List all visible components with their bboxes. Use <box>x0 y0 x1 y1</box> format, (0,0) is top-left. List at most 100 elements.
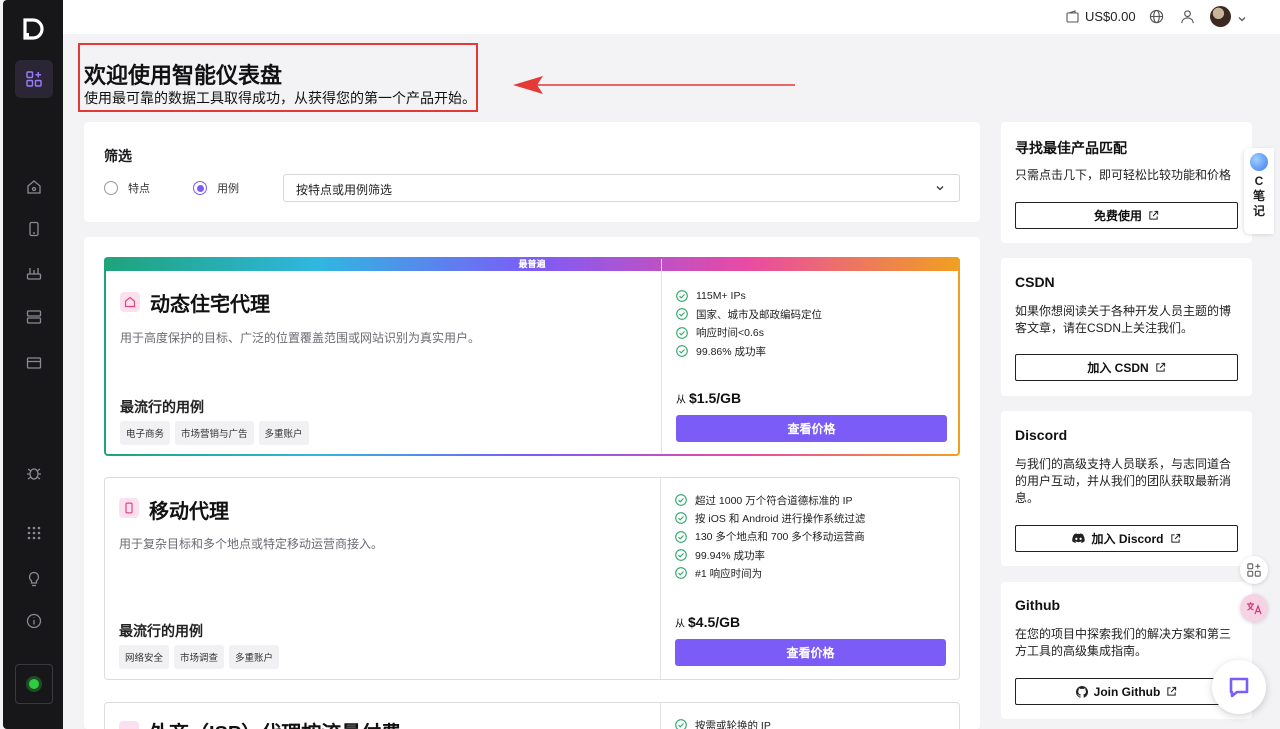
product-description: 用于高度保护的目标、广泛的位置覆盖范围或网站识别为真实用户。 <box>120 331 481 345</box>
product-price: 从 $4.5/GB <box>675 614 740 630</box>
popular-use-cases-label: 最流行的用例 <box>120 399 204 415</box>
product-title: 外商（ISP）代理按流量付费 <box>149 717 401 729</box>
radio-circle <box>104 181 118 195</box>
radio-use-case[interactable]: 用例 <box>193 180 239 196</box>
logo[interactable] <box>21 18 45 42</box>
chevron-down-icon[interactable] <box>1237 11 1247 22</box>
mobile-icon <box>119 498 139 518</box>
button-label: Join Github <box>1093 684 1161 699</box>
chat-support-button[interactable] <box>1212 660 1266 714</box>
filter-title: 筛选 <box>104 148 132 164</box>
info-icon[interactable] <box>23 610 45 632</box>
avatar[interactable] <box>1210 6 1231 27</box>
panel-text: 与我们的高级支持人员联系，与志同道合的用户互动，并从我们的团队获取最新消息。 <box>1015 457 1232 505</box>
card-divider <box>660 478 661 679</box>
panel-text: 如果你想阅读关于各种开发人员主题的博客文章，请在CSDN上关注我们。 <box>1015 304 1232 335</box>
panel-title: Github <box>1015 597 1061 613</box>
radio-circle-selected <box>193 181 207 195</box>
globe-icon[interactable] <box>1149 9 1165 25</box>
check-circle-icon <box>675 567 687 580</box>
page-title: 欢迎使用智能仪表盘 <box>84 63 283 88</box>
feature-item: 99.94% 成功率 <box>675 546 865 564</box>
apps-grid-icon[interactable] <box>23 522 45 544</box>
use-case-tag[interactable]: 多重账户 <box>229 645 280 669</box>
router-icon[interactable] <box>23 262 45 284</box>
view-pricing-button[interactable]: 查看价格 <box>675 639 946 666</box>
feature-text: 响应时间<0.6s <box>696 327 764 340</box>
feature-item: 国家、城市及邮政编码定位 <box>676 305 822 323</box>
panel-title: CSDN <box>1015 274 1055 290</box>
use-case-tags: 电子商务 市场营销与广告 多重账户 <box>120 421 309 445</box>
check-circle-icon <box>675 494 687 506</box>
feature-item: #1 响应时间为 <box>675 564 865 582</box>
external-link-icon <box>1170 533 1180 543</box>
online-dot-icon <box>29 679 39 689</box>
free-trial-button[interactable]: 免费使用 <box>1015 202 1238 229</box>
product-card-isp: 外商（ISP）代理按流量付费 按需或轮换的 IP <box>104 702 960 729</box>
lightbulb-icon[interactable] <box>23 568 45 590</box>
panel-csdn: CSDN 如果你想阅读关于各种开发人员主题的博客文章，请在CSDN上关注我们。 … <box>1001 258 1252 396</box>
feature-list: 115M+ IPs 国家、城市及邮政编码定位 响应时间<0.6s 99.86% … <box>676 287 822 360</box>
feature-text: 按 iOS 和 Android 进行操作系统过滤 <box>695 512 866 525</box>
server-icon[interactable] <box>23 306 45 328</box>
feature-text: 115M+ IPs <box>696 290 746 303</box>
use-case-tag[interactable]: 网络安全 <box>119 645 170 669</box>
use-case-tag[interactable]: 市场营销与广告 <box>175 421 254 445</box>
card-divider <box>661 259 662 454</box>
price-prefix: 从 <box>675 619 685 630</box>
panel-title: Discord <box>1015 427 1068 443</box>
billing-icon[interactable] <box>23 352 45 374</box>
join-csdn-button[interactable]: 加入 CSDN <box>1015 354 1238 381</box>
filter-select-value: 按特点或用例筛选 <box>296 183 393 197</box>
use-case-tag[interactable]: 多重账户 <box>258 421 309 445</box>
feature-text: 99.94% 成功率 <box>695 549 766 562</box>
use-case-tag[interactable]: 电子商务 <box>120 421 171 445</box>
feature-item: 按需或轮换的 IP <box>675 716 771 729</box>
feature-text: #1 响应时间为 <box>695 567 763 580</box>
price-prefix: 从 <box>676 395 686 406</box>
panel-discord: Discord 与我们的高级支持人员联系，与志同道合的用户互动，并从我们的团队获… <box>1001 411 1252 566</box>
product-price: 从 $1.5/GB <box>676 390 741 406</box>
status-indicator[interactable] <box>15 664 53 704</box>
feature-text: 130 多个地点和 700 多个移动运营商 <box>695 531 865 544</box>
check-circle-icon <box>675 530 687 543</box>
popular-use-cases-label: 最流行的用例 <box>119 623 203 639</box>
product-title: 动态住宅代理 <box>150 294 270 316</box>
balance-display[interactable]: US$0.00 <box>1066 9 1136 24</box>
translate-icon[interactable] <box>1240 594 1268 622</box>
use-case-tag[interactable]: 市场调查 <box>174 645 225 669</box>
discord-icon <box>1072 533 1086 543</box>
nav-products-icon[interactable] <box>15 60 53 98</box>
radio-features[interactable]: 特点 <box>104 180 150 196</box>
note-label: 记 <box>1252 204 1265 218</box>
page-subtitle: 使用最可靠的数据工具取得成功，从获得您的第一个产品开始。 <box>84 90 476 106</box>
button-label: 免费使用 <box>1093 209 1142 223</box>
note-widget[interactable]: C 笔 记 <box>1244 148 1274 234</box>
apps-add-icon[interactable] <box>1240 556 1268 584</box>
mobile-icon[interactable] <box>23 218 45 240</box>
bug-icon[interactable] <box>23 462 45 484</box>
panel-product-match: 寻找最佳产品匹配 只需点击几下，即可轻松比较功能和价格 免费使用 <box>1001 122 1252 243</box>
home-icon[interactable] <box>23 176 45 198</box>
user-icon[interactable] <box>1180 9 1196 25</box>
view-pricing-button[interactable]: 查看价格 <box>676 415 947 442</box>
panel-text: 只需点击几下，即可轻松比较功能和价格 <box>1015 168 1232 182</box>
join-github-button[interactable]: Join Github <box>1015 678 1238 705</box>
products-panel: 最普遍 动态住宅代理 用于高度保护的目标、广泛的位置覆盖范围或网站识别为真实用户… <box>84 237 980 729</box>
feature-item: 99.86% 成功率 <box>676 342 822 360</box>
feature-list: 按需或轮换的 IP <box>675 716 771 729</box>
wallet-icon <box>1066 10 1079 23</box>
join-discord-button[interactable]: 加入 Discord <box>1015 525 1238 552</box>
check-circle-icon <box>676 308 688 321</box>
use-case-tags: 网络安全 市场调查 多重账户 <box>119 645 280 669</box>
feature-item: 115M+ IPs <box>676 287 822 305</box>
filter-select[interactable]: 按特点或用例筛选 <box>283 174 960 202</box>
check-circle-icon <box>676 326 688 339</box>
feature-item: 130 多个地点和 700 多个移动运营商 <box>675 528 865 546</box>
check-circle-icon <box>676 290 688 302</box>
home-icon <box>120 292 140 312</box>
button-label: 加入 CSDN <box>1087 361 1149 375</box>
feature-item: 按 iOS 和 Android 进行操作系统过滤 <box>675 509 865 527</box>
panel-title: 寻找最佳产品匹配 <box>1015 140 1127 156</box>
button-label: 加入 Discord <box>1091 532 1164 546</box>
